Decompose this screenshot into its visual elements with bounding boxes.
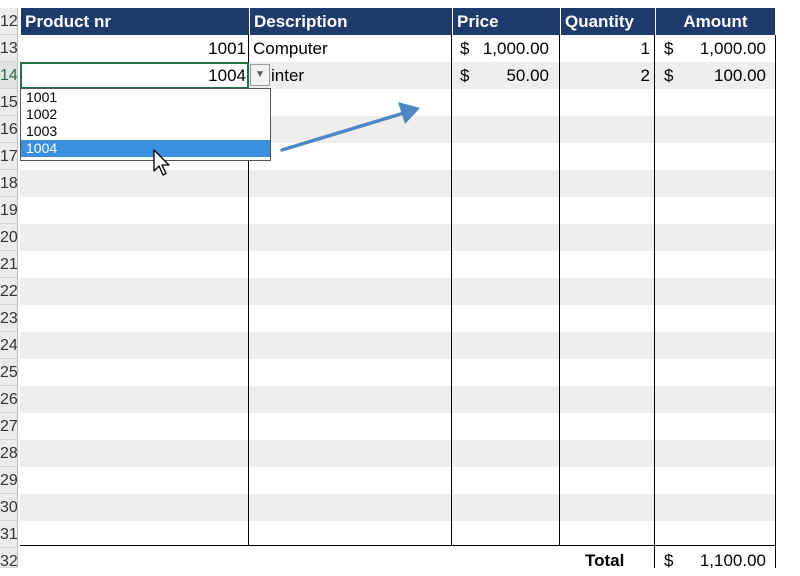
spreadsheet: 12 13 14 15 16 17 18 19 20 21 22 23 24 25 26 27 28 29 30 31…	[0, 0, 800, 570]
row-number[interactable]: 23	[0, 305, 18, 332]
row-number[interactable]: 27	[0, 413, 18, 440]
row-number[interactable]: 12	[0, 8, 18, 35]
cell-amount[interactable]: 1,000.00	[675, 35, 766, 62]
row-number[interactable]: 16	[0, 116, 18, 143]
row-number[interactable]: 13	[0, 35, 18, 62]
total-label: Total	[585, 551, 625, 568]
cell-description[interactable]: inter	[271, 62, 448, 89]
table-row	[20, 278, 775, 305]
header-quantity[interactable]: Quantity	[560, 8, 655, 35]
cell-amount[interactable]: 100.00	[675, 62, 766, 89]
cell-quantity[interactable]: 2	[560, 62, 650, 89]
table-row	[20, 332, 775, 359]
row-number[interactable]: 32	[0, 548, 18, 568]
chevron-down-icon: ▼	[255, 69, 265, 80]
table-row	[20, 440, 775, 467]
table-row	[20, 386, 775, 413]
table-row	[20, 170, 775, 197]
cell-amount-currency: $	[664, 39, 674, 58]
cell-price[interactable]: 1,000.00	[470, 35, 549, 62]
header-amount[interactable]: Amount	[655, 8, 775, 35]
cell-price-currency: $	[460, 66, 470, 85]
table-row	[20, 251, 775, 278]
row-number[interactable]: 20	[0, 224, 18, 251]
cell-product-nr[interactable]: 1001	[20, 35, 246, 62]
dropdown-list[interactable]: 1001 1002 1003 1004	[20, 88, 271, 161]
header-product-nr[interactable]: Product nr	[20, 8, 249, 35]
table-row	[20, 305, 775, 332]
row-number[interactable]: 31	[0, 521, 18, 548]
dropdown-option[interactable]: 1003	[21, 123, 270, 140]
cell-quantity[interactable]: 1	[560, 35, 650, 62]
row-number[interactable]: 17	[0, 143, 18, 170]
total-value[interactable]: 1,100.00	[675, 546, 766, 568]
row-number[interactable]: 14	[0, 62, 18, 89]
table-row	[20, 197, 775, 224]
dropdown-button[interactable]: ▼	[250, 64, 270, 86]
row-number[interactable]: 24	[0, 332, 18, 359]
column-divider	[775, 35, 776, 568]
row-number[interactable]: 26	[0, 386, 18, 413]
total-border	[20, 545, 775, 546]
total-currency: $	[664, 551, 674, 570]
row-number[interactable]: 25	[0, 359, 18, 386]
row-number[interactable]: 21	[0, 251, 18, 278]
cell-product-nr[interactable]: 1004	[20, 62, 246, 89]
column-divider	[654, 35, 655, 568]
column-divider	[451, 35, 452, 546]
mouse-pointer-icon	[153, 149, 170, 176]
row-number[interactable]: 22	[0, 278, 18, 305]
row-number[interactable]: 30	[0, 494, 18, 521]
row-number[interactable]: 28	[0, 440, 18, 467]
header-description[interactable]: Description	[249, 8, 452, 35]
dropdown-option[interactable]: 1002	[21, 106, 270, 123]
row-number[interactable]: 19	[0, 197, 18, 224]
cell-price-currency: $	[460, 39, 470, 58]
table-row	[20, 224, 775, 251]
dropdown-option[interactable]: 1001	[21, 89, 270, 106]
column-divider	[559, 35, 560, 546]
table-row	[20, 413, 775, 440]
cell-price[interactable]: 50.00	[470, 62, 549, 89]
table-row	[20, 467, 775, 494]
dropdown-option-selected[interactable]: 1004	[21, 140, 270, 157]
cell-description[interactable]: Computer	[253, 35, 448, 62]
row-number[interactable]: 15	[0, 89, 18, 116]
row-number[interactable]: 29	[0, 467, 18, 494]
row-number[interactable]: 18	[0, 170, 18, 197]
cell-amount-currency: $	[664, 66, 674, 85]
table-row	[20, 494, 775, 521]
table-row	[20, 359, 775, 386]
header-price[interactable]: Price	[452, 8, 560, 35]
annotation-arrow-icon	[280, 102, 420, 152]
table-row	[20, 521, 775, 548]
